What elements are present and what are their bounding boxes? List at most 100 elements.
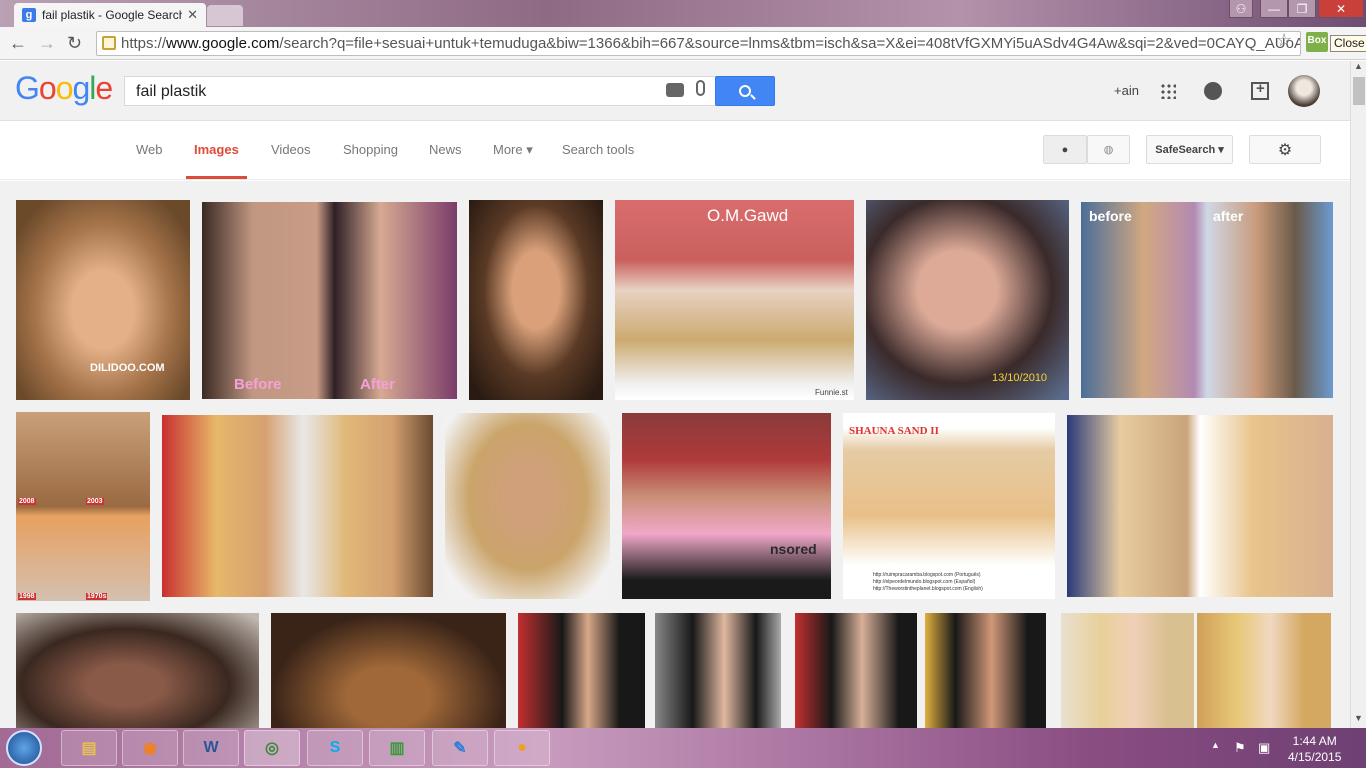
scroll-down-icon[interactable]: ▼ — [1354, 713, 1363, 723]
image-caption: DILIDOO.COM — [90, 362, 165, 374]
year-label: 1970s — [86, 593, 108, 600]
sun-app-icon[interactable]: ● — [494, 730, 550, 766]
image-result[interactable]: before after — [1081, 202, 1333, 398]
search-button[interactable] — [715, 76, 775, 106]
reload-icon[interactable]: ↻ — [67, 33, 82, 54]
address-bar[interactable]: https://www.google.com/search?q=file+ses… — [96, 31, 1301, 56]
year-label: 1998 — [18, 593, 36, 600]
microphone-icon[interactable] — [696, 80, 705, 96]
search-input[interactable]: fail plastik — [124, 76, 716, 106]
clock[interactable]: 1:44 AM 4/15/2015 — [1288, 733, 1341, 765]
image-result[interactable] — [655, 613, 781, 728]
tab-images[interactable]: Images — [194, 142, 239, 157]
tab-active[interactable]: g fail plastik - Google Search ✕ — [14, 3, 206, 27]
tab-title: fail plastik - Google Search — [42, 8, 182, 22]
settings-gear-icon[interactable]: ⚙ — [1249, 135, 1321, 164]
scroll-up-icon[interactable]: ▲ — [1354, 61, 1363, 71]
google-logo[interactable]: Google — [15, 70, 113, 107]
image-result[interactable]: O.M.Gawd Funnie.st — [615, 200, 854, 400]
plus-user-link[interactable]: +ain — [1114, 83, 1139, 98]
search-nav: Web Images Videos Shopping News More ▾ S… — [0, 122, 1350, 180]
image-result[interactable] — [1197, 613, 1331, 728]
paint-icon[interactable]: ✎ — [432, 730, 488, 766]
image-result[interactable]: DILIDOO.COM — [16, 200, 190, 400]
image-footer: Funnie.st — [815, 388, 848, 397]
clock-time: 1:44 AM — [1292, 734, 1337, 748]
chrome-icon[interactable]: ◎ — [244, 730, 300, 766]
image-result[interactable]: Before After — [202, 202, 457, 399]
avatar[interactable] — [1288, 75, 1320, 107]
tab-news[interactable]: News — [429, 142, 462, 157]
image-result[interactable]: 13/10/2010 — [866, 200, 1069, 400]
user-menu-icon[interactable]: ⚇ — [1229, 0, 1253, 18]
close-tooltip: Close — [1330, 35, 1366, 52]
image-result[interactable]: nsored — [622, 413, 831, 599]
logo-letter: e — [95, 70, 113, 106]
word-icon[interactable]: W — [183, 730, 239, 766]
start-button[interactable] — [6, 730, 42, 766]
google-header: Google fail plastik +ain — [0, 61, 1350, 121]
tab-web[interactable]: Web — [136, 142, 163, 157]
image-result[interactable]: SHAUNA SAND II http://ruimpracaramba.blo… — [843, 413, 1055, 599]
global-results-button[interactable]: ◍ — [1087, 135, 1130, 164]
maximize-icon[interactable]: ❐ — [1288, 0, 1316, 18]
safesearch-dropdown[interactable]: SafeSearch ▾ — [1146, 135, 1233, 164]
bookmark-star-icon[interactable]: ☆ — [1276, 30, 1292, 51]
image-results: DILIDOO.COM Before After O.M.Gawd Funnie… — [0, 181, 1350, 728]
back-arrow-icon[interactable]: ← — [9, 33, 27, 54]
person-icon: ● — [1061, 143, 1069, 156]
tray-expand-icon[interactable]: ▲ — [1211, 740, 1220, 750]
minimize-icon[interactable]: — — [1260, 0, 1288, 18]
close-window-icon[interactable]: ✕ — [1318, 0, 1364, 18]
image-result[interactable] — [795, 613, 917, 728]
image-link: http://ruimpracaramba.blogspot.com (Port… — [873, 572, 981, 578]
image-caption: O.M.Gawd — [707, 206, 789, 225]
image-result[interactable] — [1067, 415, 1333, 597]
logo-letter: g — [72, 70, 90, 106]
image-result[interactable] — [16, 613, 259, 728]
lock-icon — [102, 36, 116, 50]
network-icon[interactable]: ▣ — [1258, 740, 1270, 756]
tab-more[interactable]: More ▾ — [493, 142, 533, 158]
search-tools-button[interactable]: Search tools — [562, 142, 634, 157]
apps-grid-icon[interactable] — [1160, 83, 1176, 99]
year-label: 2003 — [86, 498, 104, 505]
personal-results-button[interactable]: ● — [1043, 135, 1087, 164]
search-icon — [739, 85, 751, 97]
image-result[interactable] — [1061, 613, 1194, 728]
image-result[interactable] — [162, 415, 433, 597]
forward-arrow-icon[interactable]: → — [38, 33, 56, 54]
scrollbar-thumb[interactable] — [1353, 77, 1365, 105]
chart-app-icon[interactable]: ▥ — [369, 730, 425, 766]
share-plus-icon[interactable] — [1251, 80, 1269, 100]
image-result[interactable] — [445, 413, 610, 599]
image-link: http://elpeordelmundo.blogspot.com (Espa… — [873, 579, 976, 585]
firefox-icon[interactable]: ◉ — [122, 730, 178, 766]
flag-icon[interactable]: ⚑ — [1234, 740, 1246, 756]
image-result[interactable] — [925, 613, 1046, 728]
extension-button[interactable]: Box — [1306, 32, 1328, 52]
title-bar: g fail plastik - Google Search ✕ ⚇ — ❐ ✕ — [0, 0, 1366, 27]
page-scrollbar[interactable]: ▲ ▼ — [1350, 61, 1366, 728]
tab-close-icon[interactable]: ✕ — [187, 7, 198, 23]
image-result[interactable]: 2008 2003 1998 1970s — [16, 412, 150, 601]
globe-icon: ◍ — [1103, 144, 1114, 156]
google-favicon-icon: g — [22, 8, 36, 22]
logo-letter: o — [55, 70, 74, 106]
explorer-icon[interactable]: ▤ — [61, 730, 117, 766]
new-tab-button[interactable] — [207, 5, 243, 26]
image-caption: SHAUNA SAND II — [849, 425, 939, 437]
tab-shopping[interactable]: Shopping — [343, 142, 398, 157]
image-caption-after: After — [360, 376, 396, 393]
skype-icon[interactable]: S — [307, 730, 363, 766]
image-result[interactable] — [271, 613, 506, 728]
year-label: 2008 — [18, 498, 36, 505]
camera-icon[interactable] — [666, 83, 684, 97]
tab-videos[interactable]: Videos — [271, 142, 311, 157]
image-caption: 13/10/2010 — [992, 372, 1048, 384]
logo-letter: o — [38, 70, 57, 106]
image-result[interactable] — [469, 200, 603, 400]
image-caption-before: Before — [234, 376, 282, 393]
notifications-icon[interactable] — [1204, 82, 1222, 100]
image-result[interactable] — [518, 613, 645, 728]
